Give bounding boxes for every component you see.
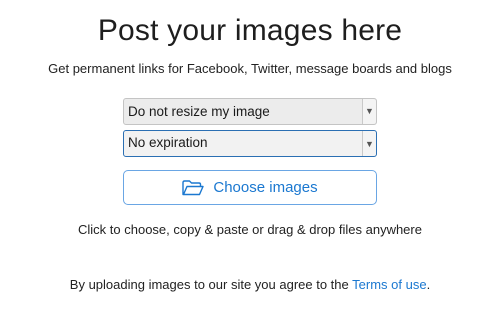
page-subtitle: Get permanent links for Facebook, Twitte…	[48, 61, 452, 76]
choose-images-label: Choose images	[213, 179, 318, 196]
terms-of-use-link[interactable]: Terms of use	[352, 277, 426, 292]
choose-images-button[interactable]: Choose images	[123, 170, 377, 205]
upload-hint: Click to choose, copy & paste or drag & …	[78, 222, 422, 237]
chevron-down-icon[interactable]: ▼	[362, 99, 376, 124]
expiration-select[interactable]: No expiration ▼	[123, 130, 377, 157]
terms-notice-text: By uploading images to our site you agre…	[69, 277, 353, 292]
page-title: Post your images here	[97, 14, 403, 47]
resize-select[interactable]: Do not resize my image ▼	[123, 98, 377, 125]
terms-notice: By uploading images to our site you agre…	[0, 277, 500, 292]
chevron-down-icon[interactable]: ▼	[362, 131, 376, 156]
expiration-select-value: No expiration	[128, 135, 208, 150]
folder-open-icon	[182, 179, 205, 196]
resize-select-value: Do not resize my image	[128, 104, 270, 119]
terms-notice-end: .	[426, 277, 431, 292]
